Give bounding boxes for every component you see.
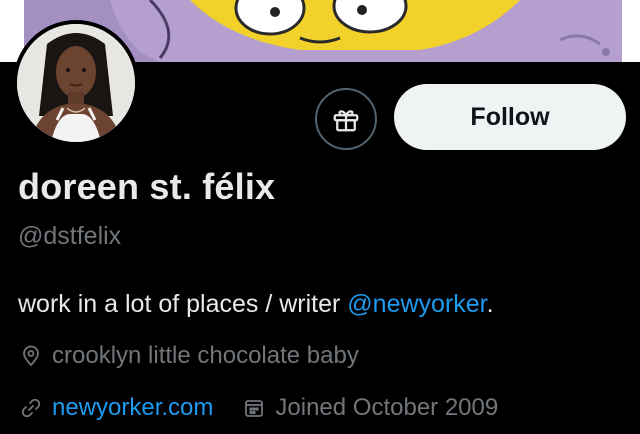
avatar-photo xyxy=(17,24,135,142)
banner-border-right xyxy=(622,0,640,62)
bio: work in a lot of places / writer @newyor… xyxy=(18,290,494,319)
website-link[interactable]: newyorker.com xyxy=(52,394,213,422)
gift-icon xyxy=(333,110,359,132)
link-icon xyxy=(18,395,44,421)
user-handle: @dstfelix xyxy=(18,222,122,250)
avatar-portrait xyxy=(17,24,135,142)
meta-row-links: newyorker.com Joined October 2009 xyxy=(18,394,498,422)
calendar-icon xyxy=(241,395,267,421)
display-name: doreen st. félix xyxy=(18,166,276,207)
bio-mention-link[interactable]: @newyorker xyxy=(347,290,486,318)
bio-text: work in a lot of places / writer xyxy=(18,290,348,318)
location-pin-icon xyxy=(18,343,44,369)
location-row: crooklyn little chocolate baby xyxy=(18,342,359,370)
joined-date: Joined October 2009 xyxy=(275,394,499,421)
avatar[interactable] xyxy=(13,20,139,146)
location-text: crooklyn little chocolate baby xyxy=(52,342,359,369)
bio-end: . xyxy=(486,290,494,318)
gift-button[interactable] xyxy=(315,88,377,150)
follow-button[interactable]: Follow xyxy=(394,84,626,150)
